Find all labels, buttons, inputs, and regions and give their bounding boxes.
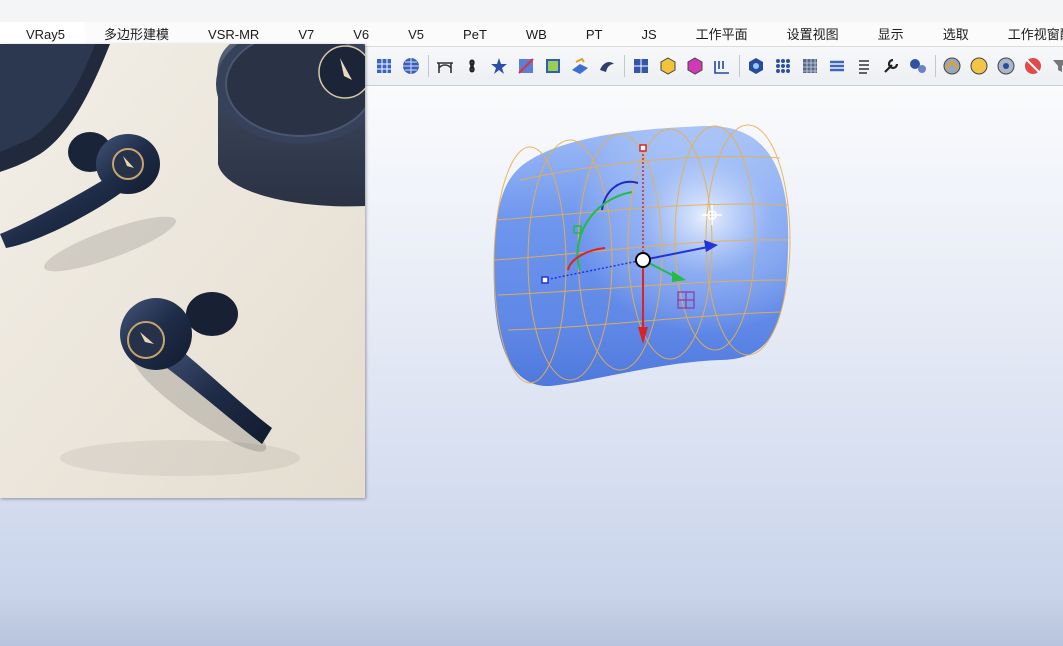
tab-1[interactable]: 多边形建模 — [85, 22, 189, 46]
tab-12[interactable]: 显示 — [859, 22, 924, 46]
sphere-shade-3-icon[interactable] — [994, 54, 1018, 78]
cube-magenta-icon[interactable] — [683, 54, 707, 78]
figure8-icon[interactable] — [460, 54, 484, 78]
cube-yellow-icon[interactable] — [656, 54, 680, 78]
charging-case — [216, 44, 365, 207]
no-render-icon[interactable] — [1021, 54, 1045, 78]
toolbar-separator — [935, 55, 936, 77]
plane-edit-icon[interactable] — [514, 54, 538, 78]
bridge-icon[interactable] — [433, 54, 457, 78]
mesh-box-icon[interactable] — [798, 54, 822, 78]
tab-14[interactable]: 工作视窗配置 — [989, 22, 1063, 46]
list-icon[interactable] — [852, 54, 876, 78]
tab-7[interactable]: WB — [507, 22, 567, 46]
sphere-shade-1-icon[interactable] — [940, 54, 964, 78]
viewport-ground-band — [0, 600, 1063, 646]
tab-8[interactable]: PT — [567, 22, 623, 46]
hex-solid-icon[interactable] — [744, 54, 768, 78]
gumball-center[interactable] — [635, 252, 651, 268]
tab-10[interactable]: 工作平面 — [677, 22, 768, 46]
z-scale-handle[interactable] — [639, 144, 647, 152]
tab-2[interactable]: VSR-MR — [189, 22, 279, 46]
grid-panel-icon[interactable] — [629, 54, 653, 78]
sweep-icon[interactable] — [595, 54, 619, 78]
toolbar-separator — [428, 55, 429, 77]
x-scale-handle[interactable] — [541, 276, 549, 284]
layers-icon[interactable] — [825, 54, 849, 78]
tab-13[interactable]: 选取 — [924, 22, 989, 46]
panel-check-icon[interactable] — [541, 54, 565, 78]
gear-cluster-icon[interactable] — [906, 54, 930, 78]
tab-9[interactable]: JS — [622, 22, 676, 46]
sphere-mesh-icon[interactable] — [399, 54, 423, 78]
grid-icon[interactable] — [372, 54, 396, 78]
toolbar-separator — [739, 55, 740, 77]
window-top-strip — [0, 0, 1063, 23]
tab-11[interactable]: 设置视图 — [768, 22, 859, 46]
star-icon[interactable] — [487, 54, 511, 78]
tab-6[interactable]: PeT — [444, 22, 507, 46]
wrench-icon[interactable] — [879, 54, 903, 78]
dots-grid-icon[interactable] — [771, 54, 795, 78]
filter-icon[interactable] — [1048, 54, 1063, 78]
tab-3[interactable]: V7 — [279, 22, 334, 46]
tab-0[interactable]: VRay5 — [0, 22, 86, 46]
capsule-model[interactable] — [490, 120, 800, 395]
toolbar-separator — [624, 55, 625, 77]
tab-5[interactable]: V5 — [389, 22, 444, 46]
dimension-icon[interactable] — [710, 54, 734, 78]
tab-4[interactable]: V6 — [334, 22, 389, 46]
earbuds-reference-photo — [0, 44, 365, 498]
toolbar-icon-row — [372, 53, 1063, 79]
sphere-shade-2-icon[interactable] — [967, 54, 991, 78]
surface-flatten-icon[interactable] — [568, 54, 592, 78]
